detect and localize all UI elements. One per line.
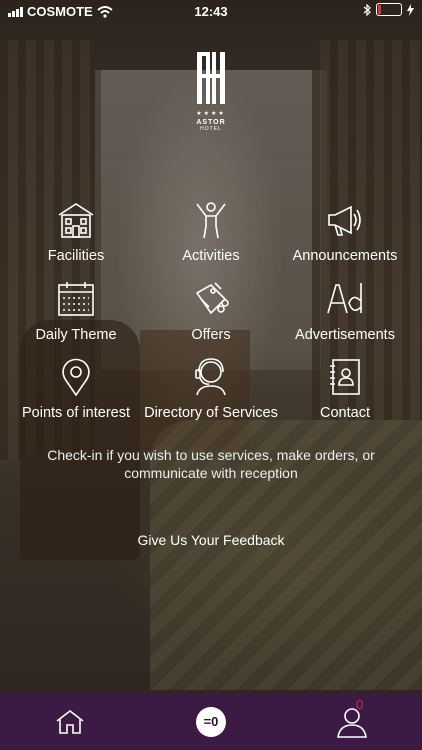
tile-label: Activities (182, 248, 240, 264)
tile-offers[interactable]: Offers (141, 279, 281, 345)
tile-advertisements[interactable]: Advertisements (275, 279, 415, 345)
charging-icon (407, 3, 414, 16)
tile-label: Facilities (47, 248, 105, 264)
profile-tab[interactable]: 0 (312, 693, 392, 750)
concierge-headset-icon (195, 358, 226, 396)
hotel-logo: ★★★★ ASTOR HOTEL (188, 50, 234, 132)
home-icon (56, 709, 84, 734)
tile-announcements[interactable]: Announcements (275, 200, 415, 266)
home-tab[interactable] (30, 693, 110, 750)
calendar-icon (58, 282, 94, 316)
feedback-link[interactable]: Give Us Your Feedback (0, 532, 422, 548)
contact-book-icon (330, 359, 360, 395)
checkin-message[interactable]: Check-in if you wish to use services, ma… (30, 446, 392, 482)
tile-contact[interactable]: Contact (275, 357, 415, 423)
bluetooth-icon (363, 3, 371, 16)
megaphone-icon (328, 205, 361, 236)
tile-points-of-interest[interactable]: Points of interest (6, 357, 146, 423)
status-time: 12:43 (194, 4, 228, 19)
person-activity-icon (196, 202, 226, 239)
tile-facilities[interactable]: Facilities (6, 200, 146, 266)
map-pin-icon (62, 358, 90, 397)
key-tab[interactable]: =0 (171, 693, 251, 750)
tile-label: Daily Theme (35, 327, 117, 343)
key-icon: =0 (196, 706, 226, 737)
battery-icon (376, 3, 402, 16)
status-bar: COSMOTE 12:43 (0, 0, 422, 22)
key-count: =0 (203, 714, 219, 729)
tile-label: Points of interest (22, 405, 130, 421)
app-screen: COSMOTE 12:43 ★★★★ ASTOR HOTEL Facilitie… (0, 0, 422, 750)
profile-badge: 0 (356, 697, 364, 712)
bottom-tab-bar: =0 0 (0, 693, 422, 750)
tile-label: Offers (191, 327, 231, 343)
ah-monogram-icon (197, 52, 225, 104)
ad-icon (327, 283, 362, 314)
logo-name: ASTOR (196, 119, 226, 126)
building-icon (58, 203, 94, 238)
tile-activities[interactable]: Activities (141, 200, 281, 266)
logo-subtitle: HOTEL (200, 126, 222, 132)
tile-label: Contact (320, 405, 370, 421)
offers-tag-icon (195, 282, 229, 315)
tile-directory-of-services[interactable]: Directory of Services (141, 357, 281, 423)
tile-label: Directory of Services (144, 405, 278, 421)
tile-label: Announcements (292, 248, 398, 264)
tile-label: Advertisements (295, 327, 395, 343)
tile-daily-theme[interactable]: Daily Theme (6, 279, 146, 345)
logo-stars: ★★★★ (196, 111, 226, 117)
